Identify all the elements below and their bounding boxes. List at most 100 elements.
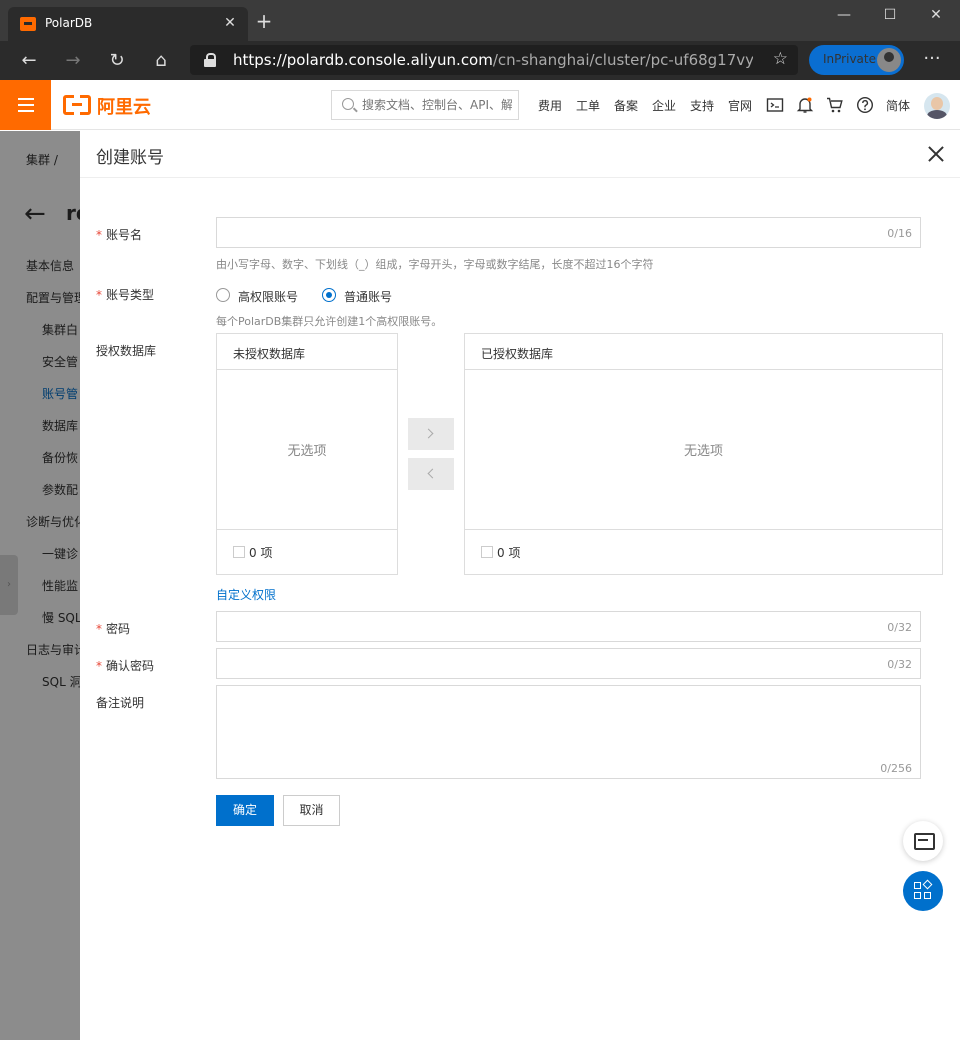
window-close-icon[interactable]: ✕	[913, 0, 959, 32]
new-tab-icon[interactable]: +	[253, 11, 275, 33]
password-input[interactable]	[225, 618, 875, 632]
authorized-select-all-checkbox[interactable]	[481, 546, 493, 558]
authorized-db-header: 已授权数据库	[465, 334, 942, 370]
required-mark: *	[96, 622, 102, 636]
confirm-password-counter: 0/32	[887, 658, 912, 671]
tab-close-icon[interactable]: ✕	[220, 13, 240, 33]
search-icon	[342, 98, 354, 110]
confirm-password-label: * 确认密码	[96, 657, 154, 674]
move-left-button[interactable]	[408, 458, 454, 490]
drawer-mask[interactable]	[0, 131, 80, 1040]
close-icon[interactable]	[927, 145, 945, 163]
more-options-icon[interactable]: ···	[918, 47, 946, 75]
confirm-password-label-text: 确认密码	[106, 659, 155, 673]
move-right-button[interactable]	[408, 418, 454, 450]
url-text[interactable]: https://polardb.console.aliyun.com/cn-sh…	[233, 51, 753, 69]
home-icon[interactable]: ⌂	[147, 47, 175, 75]
authorized-db-footer: 0 项	[465, 529, 942, 574]
favorite-star-icon[interactable]: ☆	[773, 49, 788, 69]
required-mark: *	[96, 659, 102, 673]
password-label: * 密码	[96, 620, 130, 637]
browser-toolbar: ← → ↻ ⌂ https://polardb.console.aliyun.c…	[0, 41, 960, 80]
unauthorized-select-all-checkbox[interactable]	[233, 546, 245, 558]
unauthorized-db-empty: 无选项	[287, 444, 327, 459]
console-header: 阿里云 费用 工单 备案 企业 支持 官网 简体	[0, 80, 960, 130]
chevron-right-icon	[423, 428, 434, 439]
lock-icon	[204, 53, 216, 67]
custom-permission-link[interactable]: 自定义权限	[216, 586, 276, 603]
apps-grid-icon[interactable]	[903, 871, 943, 911]
language-switch[interactable]: 简体	[886, 97, 910, 114]
required-mark: *	[96, 288, 102, 302]
terminal-icon[interactable]	[766, 96, 784, 114]
browser-titlebar: PolarDB ✕ + — ☐ ✕	[0, 0, 960, 41]
nav-icp[interactable]: 备案	[614, 97, 638, 114]
url-host: https://polardb.console.aliyun.com	[233, 51, 493, 69]
password-field[interactable]: 0/32	[216, 611, 921, 642]
profile-avatar-icon	[877, 48, 901, 72]
confirm-password-input[interactable]	[225, 655, 875, 669]
cart-icon[interactable]	[826, 96, 844, 114]
help-icon[interactable]	[856, 96, 874, 114]
aliyun-favicon-icon	[20, 17, 36, 31]
nav-tickets[interactable]: 工单	[576, 97, 600, 114]
logo-text: 阿里云	[97, 97, 151, 118]
account-name-field[interactable]: 0/16	[216, 217, 921, 248]
radio-privileged-circle[interactable]	[216, 288, 230, 302]
nav-enterprise[interactable]: 企业	[652, 97, 676, 114]
authorized-db-empty: 无选项	[683, 444, 723, 459]
account-type-help: 每个PolarDB集群只允许创建1个高权限账号。	[216, 315, 443, 328]
minimize-icon[interactable]: —	[821, 0, 867, 32]
confirm-password-field[interactable]: 0/32	[216, 648, 921, 679]
radio-privileged-account[interactable]: 高权限账号	[216, 288, 316, 304]
authorized-db-panel: 已授权数据库 无选项 0 项	[464, 333, 943, 575]
tab-title: PolarDB	[45, 16, 93, 30]
remark-field[interactable]: 0/256	[216, 685, 921, 779]
remark-label: 备注说明	[96, 696, 145, 710]
account-name-input[interactable]	[225, 224, 875, 238]
url-path: /cn-shanghai/cluster/pc-uf68g17vyq...	[492, 51, 753, 69]
user-avatar[interactable]	[924, 93, 950, 119]
radio-standard-account[interactable]: 普通账号	[322, 288, 412, 304]
inprivate-label: InPrivate	[823, 52, 876, 66]
databases-label: 授权数据库	[96, 344, 157, 358]
nav-website[interactable]: 官网	[728, 97, 752, 114]
radio-standard-label: 普通账号	[344, 290, 393, 304]
drawer-header: 创建账号	[80, 131, 960, 178]
account-name-label-text: 账号名	[106, 228, 143, 242]
chevron-left-icon	[427, 468, 438, 479]
remark-counter: 0/256	[880, 762, 912, 775]
inprivate-badge[interactable]: InPrivate	[809, 45, 904, 75]
unauthorized-db-title: 未授权数据库	[233, 347, 306, 361]
cancel-button[interactable]: 取消	[283, 795, 340, 826]
refresh-icon[interactable]: ↻	[103, 47, 131, 75]
account-name-counter: 0/16	[887, 227, 912, 240]
hamburger-menu-icon[interactable]	[0, 80, 51, 130]
account-type-label: * 账号类型	[96, 286, 154, 303]
remark-textarea[interactable]	[225, 692, 905, 762]
radio-standard-circle[interactable]	[322, 288, 336, 302]
authorized-db-title: 已授权数据库	[481, 347, 554, 361]
radio-privileged-label: 高权限账号	[238, 290, 299, 304]
address-bar[interactable]: https://polardb.console.aliyun.com/cn-sh…	[190, 45, 798, 75]
account-name-help: 由小写字母、数字、下划线（_）组成，字母开头，字母或数字结尾，长度不超过16个字…	[216, 258, 654, 271]
search-input[interactable]	[362, 95, 512, 115]
chat-icon[interactable]	[903, 821, 943, 861]
browser-tab[interactable]: PolarDB ✕	[8, 7, 248, 41]
aliyun-logo-icon	[63, 95, 91, 115]
forward-icon[interactable]: →	[59, 47, 87, 75]
console-search[interactable]	[331, 90, 519, 120]
password-label-text: 密码	[106, 622, 131, 636]
bell-icon[interactable]	[796, 96, 814, 114]
create-account-drawer: 创建账号 * 账号名 0/16 由小写字母、数字、下划线（_）组成，字母开头，字母…	[80, 131, 960, 1040]
nav-support[interactable]: 支持	[690, 97, 714, 114]
unauthorized-db-count: 0 项	[249, 546, 273, 560]
authorized-db-count: 0 项	[497, 546, 521, 560]
account-type-label-text: 账号类型	[106, 288, 155, 302]
drawer-title: 创建账号	[96, 148, 164, 168]
password-counter: 0/32	[887, 621, 912, 634]
maximize-icon[interactable]: ☐	[867, 0, 913, 32]
back-icon[interactable]: ←	[15, 47, 43, 75]
nav-billing[interactable]: 费用	[538, 97, 562, 114]
confirm-button[interactable]: 确定	[216, 795, 274, 826]
